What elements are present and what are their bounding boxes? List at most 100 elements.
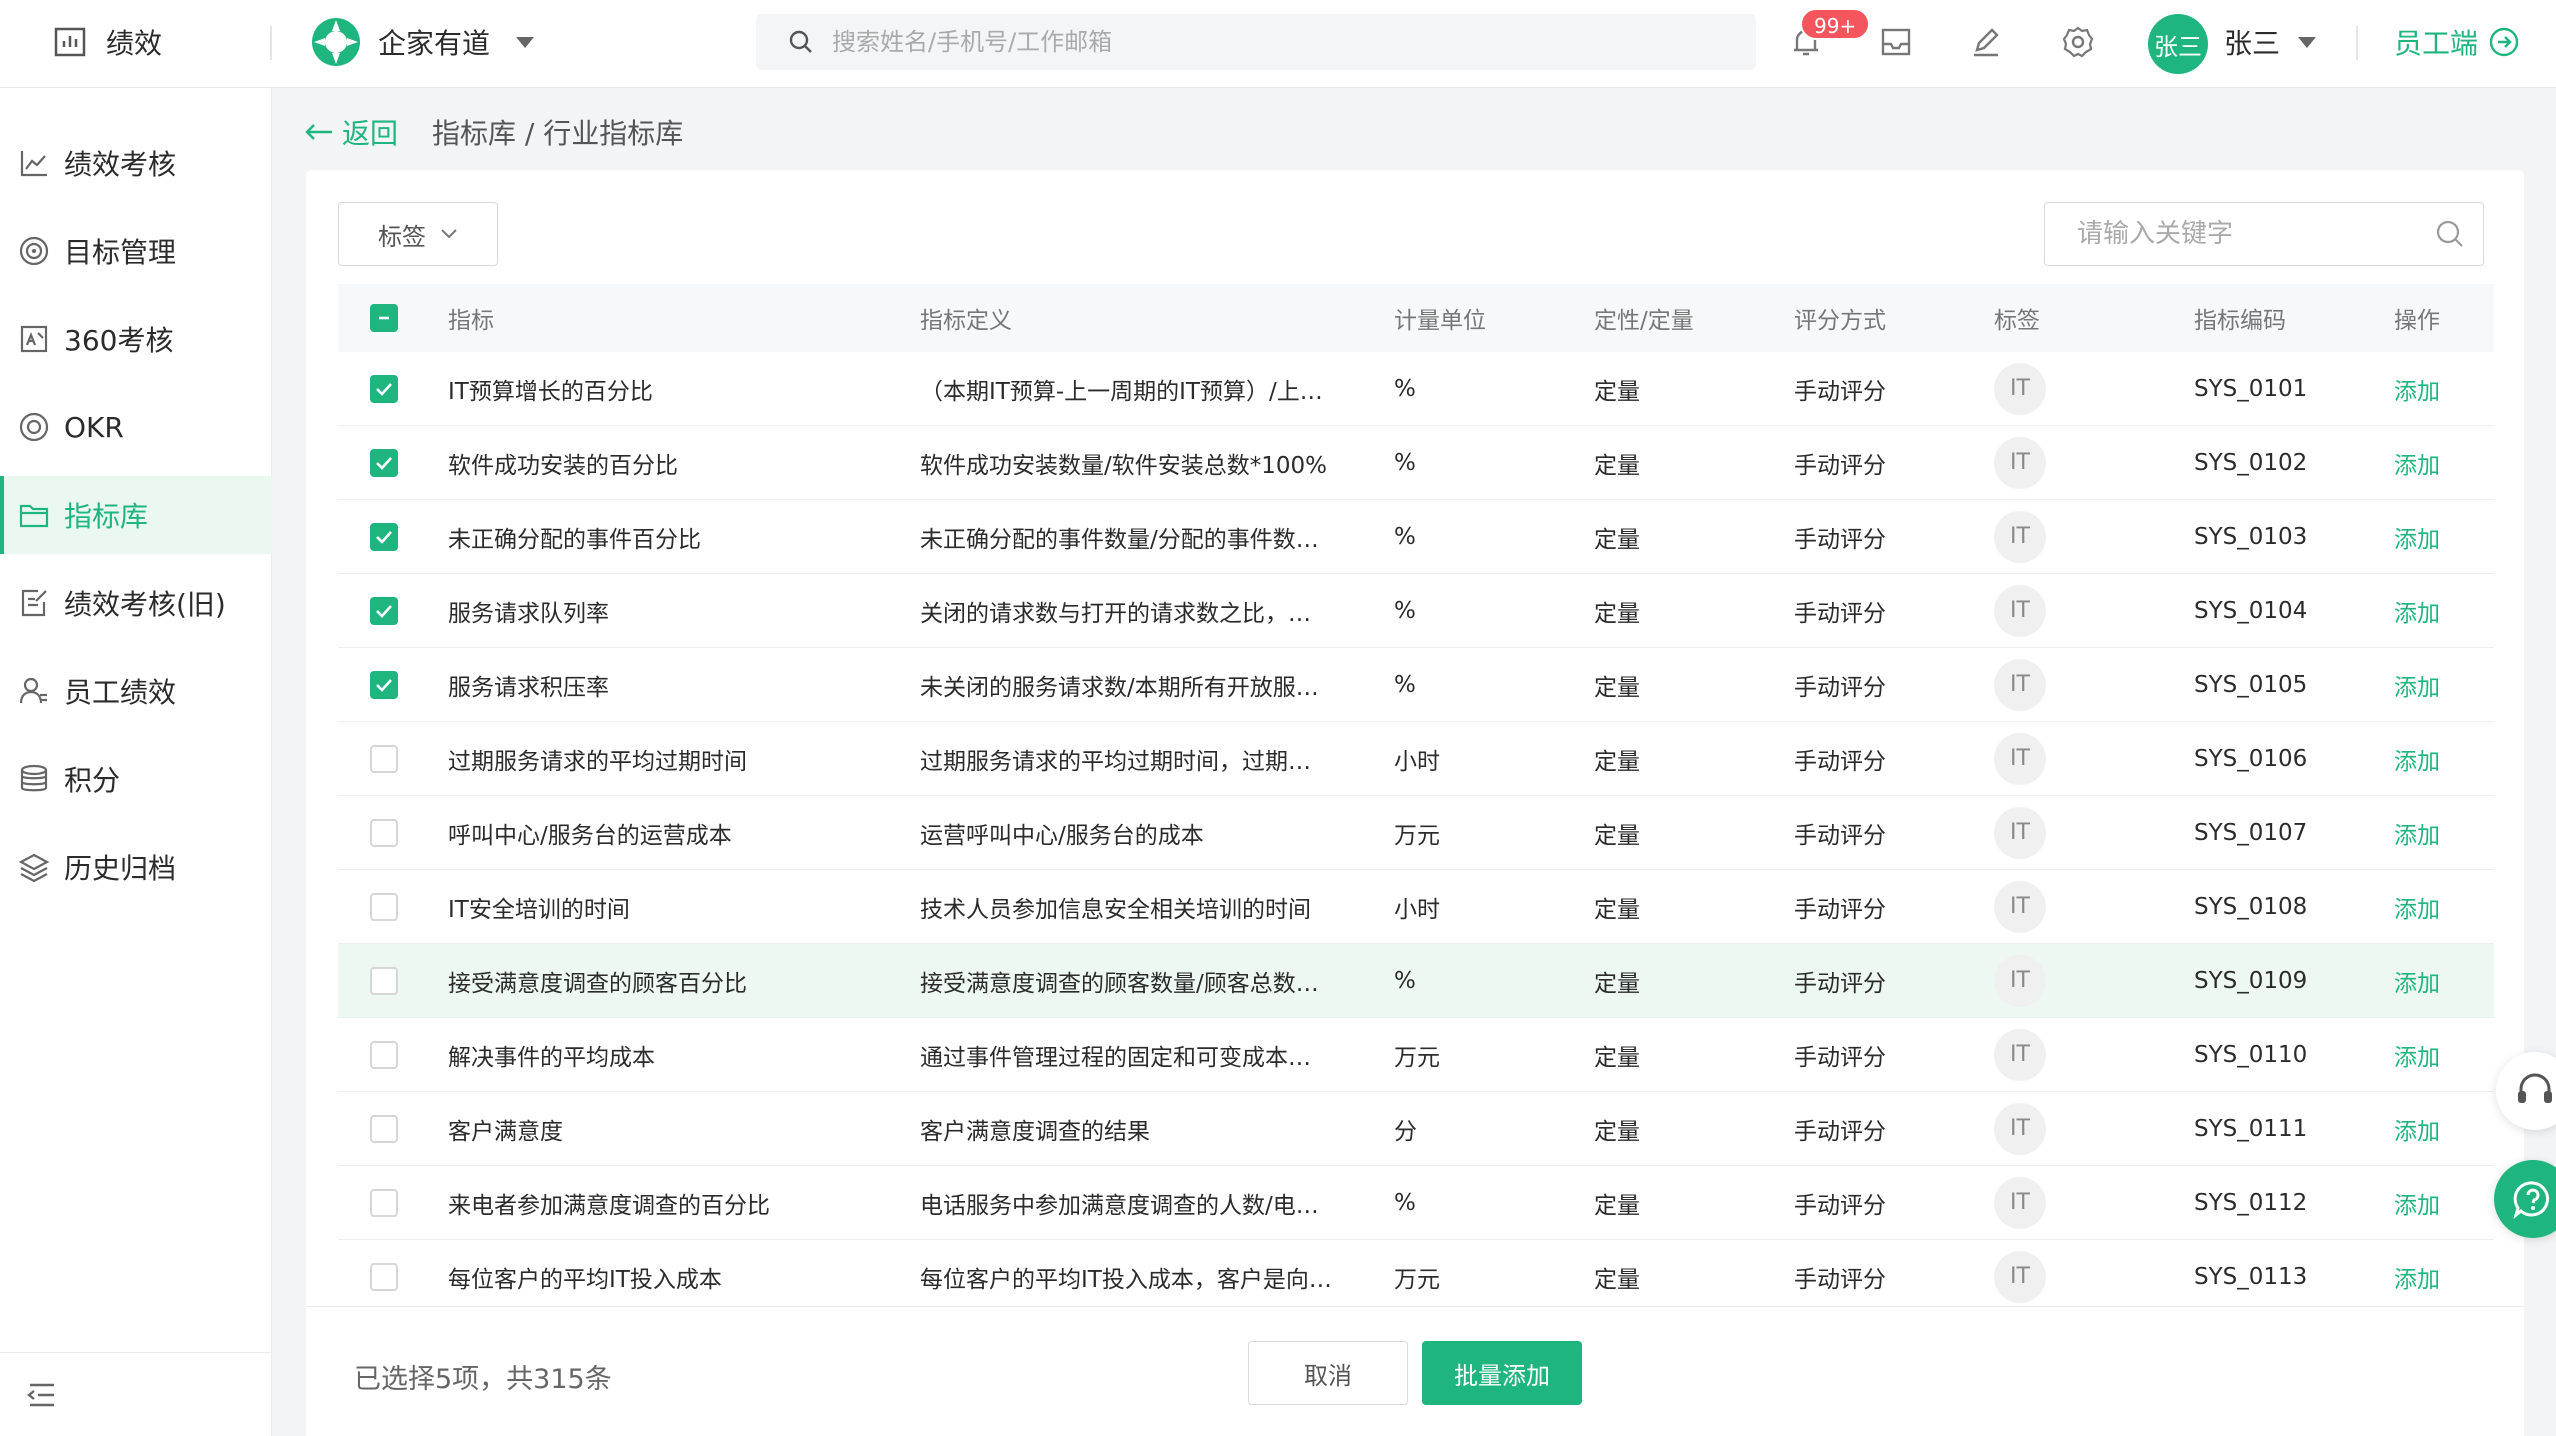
row-checkbox[interactable] (370, 892, 398, 921)
edit-icon[interactable] (1966, 22, 2006, 62)
batch-add-button[interactable]: 批量添加 (1422, 1341, 1582, 1405)
indicator-definition: 未关闭的服务请求数/本期所有开放服… (920, 674, 1319, 701)
back-label: 返回 (342, 117, 399, 150)
row-checkbox[interactable] (370, 818, 398, 847)
indicator-scoring: 手动评分 (1794, 378, 1886, 405)
sidebar-item-employee-performance[interactable]: 员工绩效 (0, 652, 272, 730)
sidebar-item-label: 员工绩效 (64, 676, 177, 709)
table-row[interactable]: 服务请求队列率 关闭的请求数与打开的请求数之比，…% 定量 手动评分 IT SYS_010… (338, 574, 2494, 648)
keyword-search-input[interactable] (2077, 219, 2435, 249)
indicator-definition: 客户满意度调查的结果 (920, 1118, 1150, 1145)
table-row[interactable]: 软件成功安装的百分比 软件成功安装数量/软件安装总数*100%% 定量 手动评分 IT S… (338, 426, 2494, 500)
add-indicator-link[interactable]: 添加 (2394, 1186, 2440, 1220)
table-row[interactable]: 解决事件的平均成本 通过事件管理过程的固定和可变成本… 万元 定量 手动评分 IT SYS_… (338, 1018, 2494, 1092)
inbox-icon[interactable] (1876, 22, 1916, 62)
back-link[interactable]: 返回 (304, 112, 398, 152)
add-indicator-link[interactable]: 添加 (2394, 964, 2440, 998)
table-row[interactable]: 服务请求积压率 未关闭的服务请求数/本期所有开放服…% 定量 手动评分 IT SYS_01… (338, 648, 2494, 722)
row-checkbox[interactable] (370, 596, 398, 625)
indicator-code: SYS_0109 (2194, 967, 2308, 994)
search-icon (789, 30, 812, 53)
tag-badge: IT (1994, 1102, 2046, 1155)
sidebar-item-goal-management[interactable]: 目标管理 (0, 212, 272, 290)
add-indicator-link[interactable]: 添加 (2394, 1112, 2440, 1146)
sidebar-item-label: 历史归档 (64, 852, 177, 885)
indicator-unit: % (1394, 523, 1416, 550)
global-search (756, 14, 1756, 70)
indicator-name: 客户满意度 (448, 1118, 563, 1145)
sidebar-item-label: 360考核 (64, 324, 174, 357)
cancel-button[interactable]: 取消 (1248, 1341, 1408, 1405)
tag-badge: IT (1994, 658, 2046, 711)
table-row[interactable]: 过期服务请求的平均过期时间 过期服务请求的平均过期时间，过期… 小时 定量 手动评分 IT… (338, 722, 2494, 796)
indicator-unit: 小时 (1394, 748, 1440, 775)
row-checkbox[interactable] (370, 522, 398, 551)
add-indicator-link[interactable]: 添加 (2394, 1038, 2440, 1072)
add-indicator-link[interactable]: 添加 (2394, 742, 2440, 776)
add-indicator-link[interactable]: 添加 (2394, 890, 2440, 924)
table-row[interactable]: 客户满意度 客户满意度调查的结果 分 定量 手动评分 IT SYS_0111 添加 (338, 1092, 2494, 1166)
add-indicator-link[interactable]: 添加 (2394, 816, 2440, 850)
select-all-checkbox[interactable] (370, 304, 398, 332)
table-header: 指标 指标定义 计量单位 定性/定量 评分方式 标签 指标编码 操作 (338, 284, 2494, 352)
indicator-type: 定量 (1594, 674, 1640, 701)
row-checkbox[interactable] (370, 966, 398, 995)
company-logo-icon (312, 18, 360, 66)
global-search-input[interactable] (832, 28, 1732, 56)
row-checkbox[interactable] (370, 670, 398, 699)
sidebar-item-label: 目标管理 (64, 236, 177, 269)
add-indicator-link[interactable]: 添加 (2394, 1260, 2440, 1294)
row-checkbox[interactable] (370, 448, 398, 477)
indicator-definition: 软件成功安装数量/软件安装总数*100% (920, 452, 1328, 479)
sidebar-item-okr[interactable]: OKR (0, 388, 272, 466)
row-checkbox[interactable] (370, 1114, 398, 1143)
folder-icon (19, 504, 49, 528)
tag-badge: IT (1994, 362, 2046, 415)
sidebar-item-indicator-library[interactable]: 指标库 (0, 476, 272, 554)
user-menu[interactable]: 张三 (2224, 22, 2317, 62)
indicator-scoring: 手动评分 (1794, 1118, 1886, 1145)
indicator-name: 解决事件的平均成本 (448, 1044, 655, 1071)
table-row[interactable]: 来电者参加满意度调查的百分比 电话服务中参加满意度调查的人数/电…% 定量 手动评分 I… (338, 1166, 2494, 1240)
sidebar-item-360-review[interactable]: 360考核 (0, 300, 272, 378)
user-name: 张三 (2224, 27, 2281, 60)
sidebar-item-performance-review[interactable]: 绩效考核 (0, 124, 272, 202)
add-indicator-link[interactable]: 添加 (2394, 520, 2440, 554)
gear-icon[interactable] (2058, 22, 2098, 62)
indicator-code: SYS_0107 (2194, 819, 2308, 846)
add-indicator-link[interactable]: 添加 (2394, 668, 2440, 702)
module-switcher[interactable]: 绩效 (54, 22, 162, 62)
row-checkbox[interactable] (370, 744, 398, 773)
add-indicator-link[interactable]: 添加 (2394, 594, 2440, 628)
sidebar-collapse-toggle[interactable] (0, 1352, 272, 1436)
line-chart-icon (20, 151, 47, 177)
row-checkbox[interactable] (370, 1188, 398, 1217)
table-row[interactable]: 未正确分配的事件百分比 未正确分配的事件数量/分配的事件数…% 定量 手动评分 IT SY… (338, 500, 2494, 574)
sidebar-item-performance-review-old[interactable]: 绩效考核(旧) (0, 564, 272, 642)
add-indicator-link[interactable]: 添加 (2394, 372, 2440, 406)
divider (2356, 26, 2358, 60)
avatar[interactable]: 张三 (2148, 14, 2208, 74)
row-checkbox[interactable] (370, 374, 398, 403)
table-row[interactable]: 每位客户的平均IT投入成本 每位客户的平均IT投入成本，客户是向… 万元 定量 手动评分… (338, 1240, 2494, 1314)
table-row[interactable]: 接受满意度调查的顾客百分比 接受满意度调查的顾客数量/顾客总数…% 定量 手动评分 IT… (338, 944, 2494, 1018)
indicator-definition: 过期服务请求的平均过期时间，过期… (920, 748, 1311, 775)
indicator-type: 定量 (1594, 1044, 1640, 1071)
sidebar-item-points[interactable]: 积分 (0, 740, 272, 818)
company-switcher[interactable]: 企家有道 (310, 16, 535, 68)
staff-portal-link[interactable]: 员工端 (2394, 22, 2520, 62)
sidebar: 绩效考核 目标管理 360考核 OKR 指标库 绩效考核(旧) 员工绩效 积分 … (0, 88, 272, 1436)
tag-filter-dropdown[interactable]: 标签 (338, 202, 498, 266)
sidebar-item-history-archive[interactable]: 历史归档 (0, 828, 272, 906)
add-indicator-link[interactable]: 添加 (2394, 446, 2440, 480)
search-icon[interactable] (2435, 219, 2465, 249)
table-row[interactable]: IT安全培训的时间 技术人员参加信息安全相关培训的时间 小时 定量 手动评分 IT SYS_… (338, 870, 2494, 944)
selection-info: 已选择5项，共315条 (354, 1364, 612, 1395)
table-row[interactable]: 呼叫中心/服务台的运营成本 运营呼叫中心/服务台的成本 万元 定量 手动评分 IT SYS_… (338, 796, 2494, 870)
row-checkbox[interactable] (370, 1262, 398, 1291)
table-row[interactable]: IT预算增长的百分比 （本期IT预算-上一周期的IT预算）/上…% 定量 手动评分 IT… (338, 352, 2494, 426)
column-header-indicator: 指标 (448, 308, 494, 334)
column-header-definition: 指标定义 (920, 308, 1012, 334)
row-checkbox[interactable] (370, 1040, 398, 1069)
table-body: IT预算增长的百分比 （本期IT预算-上一周期的IT预算）/上…% 定量 手动评分 IT… (338, 352, 2494, 1314)
